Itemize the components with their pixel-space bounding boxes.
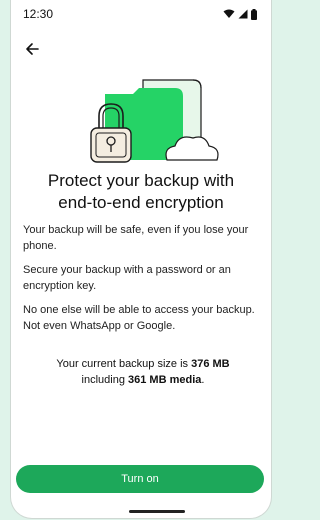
status-time: 12:30	[23, 7, 54, 21]
page-title: Protect your backup with end-to-end encr…	[47, 171, 235, 212]
turn-on-button[interactable]: Turn on	[16, 465, 264, 493]
wifi-icon	[223, 9, 235, 18]
status-bar: 12:30	[11, 0, 271, 28]
backup-size-suffix: .	[201, 374, 205, 386]
arrow-left-icon	[26, 43, 39, 55]
backup-size-value: 376 MB	[191, 358, 230, 370]
info-paragraph-3: No one else will be able to access your …	[23, 304, 255, 332]
backup-illustration	[90, 79, 219, 163]
backup-media-value: 361 MB media	[128, 374, 202, 386]
home-indicator	[129, 510, 185, 513]
back-button[interactable]	[21, 38, 43, 60]
info-paragraph-1: Your backup will be safe, even if you lo…	[23, 224, 249, 252]
info-paragraph-2: Secure your backup with a password or an…	[23, 264, 231, 292]
backup-size-prefix: Your current backup size is	[56, 358, 192, 370]
backup-size-summary: Your current backup size is 376 MB inclu…	[31, 356, 255, 388]
signal-icon	[238, 9, 248, 19]
phone-screen: 12:30 Protect your backup with end-to-en…	[10, 0, 272, 519]
battery-icon	[251, 8, 257, 20]
backup-size-middle: including	[81, 374, 129, 386]
status-icons	[223, 8, 257, 20]
